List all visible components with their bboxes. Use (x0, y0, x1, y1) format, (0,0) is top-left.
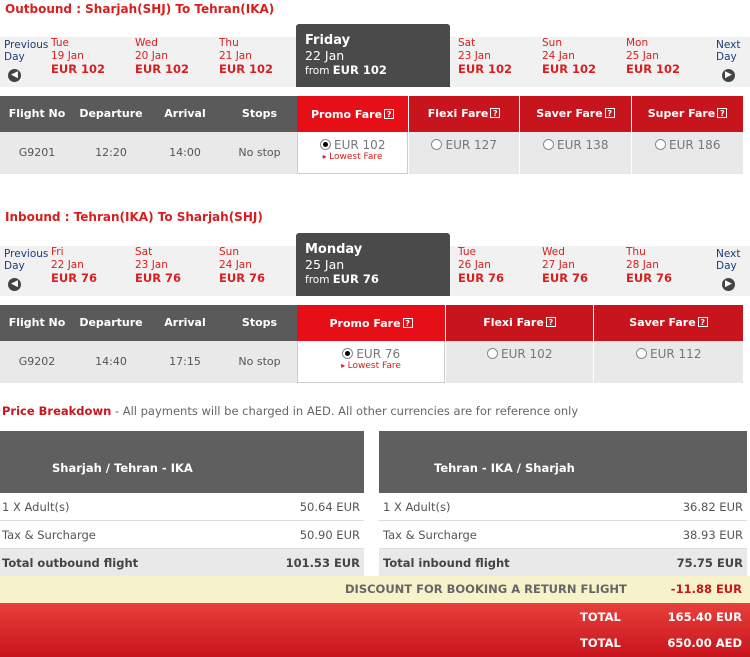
col-arrival: Arrival (164, 107, 206, 120)
outbound-date-cell[interactable]: Tue 19 Jan EUR 102 (51, 37, 135, 87)
price-breakdown-note: Price Breakdown - All payments will be c… (2, 404, 579, 418)
return-discount-row: DISCOUNT FOR BOOKING A RETURN FLIGHT -11… (0, 576, 750, 603)
fare-radio[interactable] (341, 348, 353, 359)
col-stops: Stops (241, 316, 278, 329)
inbound-label: Inbound (5, 210, 61, 224)
inbound-promo-fare-header: Promo Fare? (297, 305, 445, 341)
flight-no: G9201 (18, 146, 56, 159)
departure-time: 12:20 (95, 146, 127, 159)
lowest-fare-link[interactable]: Lowest Fare (298, 152, 407, 162)
inbound-next-day[interactable]: Next Day ▶ (712, 246, 750, 296)
outbound-saver-fare-option[interactable]: EUR 138 (519, 132, 631, 174)
price-breakdown-title: Price Breakdown (2, 404, 112, 418)
col-flight-no: Flight No (8, 107, 66, 120)
outbound-date-cell[interactable]: Mon 25 Jan EUR 102 (626, 37, 710, 87)
outbound-route: : Sharjah(SHJ) To Tehran(IKA) (76, 2, 275, 16)
outbound-flexi-fare-header: Flexi Fare? (408, 96, 519, 132)
question-icon[interactable]: ? (402, 318, 413, 328)
total-label: TOTAL (580, 610, 621, 624)
lowest-fare-link[interactable]: Lowest Fare (298, 361, 444, 371)
outbound-date-cell[interactable]: Sun 24 Jan EUR 102 (542, 37, 626, 87)
outbound-breakdown-header: Sharjah / Tehran - IKA (0, 431, 364, 493)
inbound-breakdown-header: Tehran - IKA / Sharjah (379, 431, 747, 493)
inbound-date-cell[interactable]: Fri 22 Jan EUR 76 (51, 246, 135, 296)
total-aed: 650.00 AED (667, 636, 742, 650)
inbound-date-cell[interactable]: Tue 26 Jan EUR 76 (458, 246, 542, 296)
stops: No stop (238, 146, 281, 159)
inbound-flexi-fare-option[interactable]: EUR 102 (445, 341, 593, 383)
outbound-date-cell[interactable]: Thu 21 Jan EUR 102 (219, 37, 303, 87)
fare-radio[interactable] (542, 139, 554, 150)
chevron-left-icon[interactable]: ◀ (8, 278, 21, 291)
fare-radio[interactable] (431, 139, 443, 150)
flight-no: G9202 (18, 355, 56, 368)
grand-total-bar: TOTAL 165.40 EUR TOTAL 650.00 AED (0, 603, 750, 657)
outbound-next-day[interactable]: Next Day ▶ (712, 37, 750, 87)
outbound-super-fare-option[interactable]: EUR 186 (631, 132, 743, 174)
outbound-promo-fare-header: Promo Fare? (297, 96, 408, 132)
inbound-title: Inbound : Tehran(IKA) To Sharjah(SHJ) (5, 210, 263, 224)
question-icon[interactable]: ? (490, 108, 501, 118)
total-label: TOTAL (580, 636, 621, 650)
outbound-flexi-fare-option[interactable]: EUR 127 (408, 132, 519, 174)
stops: No stop (238, 355, 281, 368)
col-flight-no: Flight No (8, 316, 66, 329)
outbound-label: Outbound (5, 2, 72, 16)
inbound-breakdown-row: Tax & Surcharge 38.93 EUR (379, 521, 747, 549)
fare-radio[interactable] (319, 139, 331, 150)
arrival-time: 14:00 (169, 146, 201, 159)
inbound-date-cell[interactable]: Sat 23 Jan EUR 76 (135, 246, 219, 296)
total-eur: 165.40 EUR (667, 610, 742, 624)
arrival-time: 17:15 (169, 355, 201, 368)
outbound-flight-header: Flight No Departure Arrival Stops (0, 96, 297, 132)
outbound-date-cell[interactable]: Wed 20 Jan EUR 102 (135, 37, 219, 87)
outbound-title: Outbound : Sharjah(SHJ) To Tehran(IKA) (5, 2, 274, 16)
inbound-selected-date[interactable]: Monday 25 Jan from EUR 76 (296, 233, 450, 296)
fare-radio[interactable] (486, 348, 498, 359)
inbound-saver-fare-option[interactable]: EUR 112 (593, 341, 743, 383)
outbound-flight-row: G9201 12:20 14:00 No stop (0, 132, 297, 174)
col-stops: Stops (241, 107, 278, 120)
inbound-date-cell[interactable]: Sun 24 Jan EUR 76 (219, 246, 303, 296)
col-departure: Departure (79, 107, 143, 120)
inbound-breakdown-total: Total inbound flight 75.75 EUR (379, 549, 747, 577)
inbound-flight-row: G9202 14:40 17:15 No stop (0, 341, 297, 383)
fare-radio[interactable] (654, 139, 666, 150)
question-icon[interactable]: ? (697, 317, 708, 327)
chevron-right-icon[interactable]: ▶ (722, 278, 735, 291)
inbound-flight-header: Flight No Departure Arrival Stops (0, 305, 297, 341)
outbound-promo-fare-option[interactable]: EUR 102 Lowest Fare (297, 132, 408, 174)
outbound-breakdown-total: Total outbound flight 101.53 EUR (0, 549, 364, 577)
fare-radio[interactable] (635, 348, 647, 359)
inbound-date-cell[interactable]: Wed 27 Jan EUR 76 (542, 246, 626, 296)
inbound-route: : Tehran(IKA) To Sharjah(SHJ) (64, 210, 263, 224)
chevron-left-icon[interactable]: ◀ (8, 69, 21, 82)
question-icon[interactable]: ? (717, 108, 728, 118)
question-icon[interactable]: ? (384, 109, 395, 119)
inbound-promo-fare-option[interactable]: EUR 76 Lowest Fare (297, 341, 445, 383)
inbound-breakdown-row: 1 X Adult(s) 36.82 EUR (379, 493, 747, 521)
outbound-breakdown-row: 1 X Adult(s) 50.64 EUR (0, 493, 364, 521)
col-arrival: Arrival (164, 316, 206, 329)
inbound-date-cell[interactable]: Thu 28 Jan EUR 76 (626, 246, 710, 296)
outbound-breakdown-row: Tax & Surcharge 50.90 EUR (0, 521, 364, 549)
inbound-flexi-fare-header: Flexi Fare? (445, 305, 593, 341)
question-icon[interactable]: ? (604, 108, 615, 118)
departure-time: 14:40 (95, 355, 127, 368)
inbound-saver-fare-header: Saver Fare? (593, 305, 743, 341)
chevron-right-icon[interactable]: ▶ (722, 69, 735, 82)
question-icon[interactable]: ? (545, 317, 556, 327)
col-departure: Departure (79, 316, 143, 329)
outbound-selected-date[interactable]: Friday 22 Jan from EUR 102 (296, 24, 450, 87)
outbound-super-fare-header: Super Fare? (631, 96, 743, 132)
outbound-date-cell[interactable]: Sat 23 Jan EUR 102 (458, 37, 542, 87)
outbound-saver-fare-header: Saver Fare? (519, 96, 631, 132)
outbound-prev-day[interactable]: Previous Day ◀ (4, 37, 52, 87)
inbound-prev-day[interactable]: Previous Day ◀ (4, 246, 52, 296)
